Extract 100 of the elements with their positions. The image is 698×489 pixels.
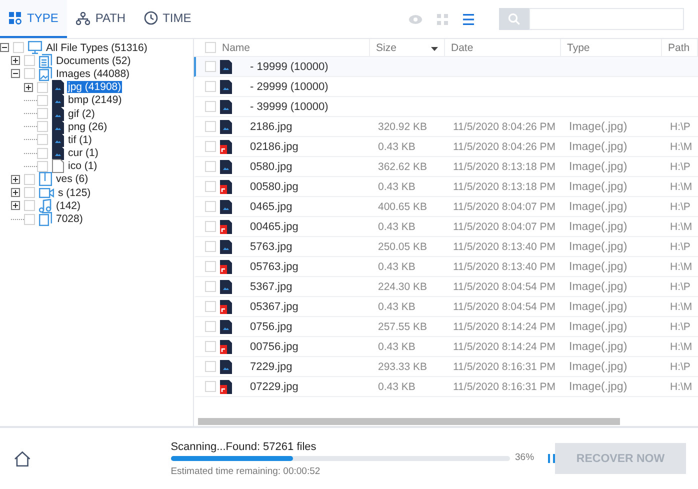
tree-item[interactable]: (142) — [55, 200, 82, 212]
image-file-icon — [220, 320, 232, 334]
tab[interactable]: PATH — [67, 0, 135, 38]
checkbox[interactable] — [205, 261, 216, 272]
tree-item[interactable]: gif (2) — [67, 108, 96, 120]
checkbox[interactable] — [205, 201, 216, 212]
tree-item[interactable]: Documents (52) — [55, 54, 132, 67]
file-path: H:\M — [669, 140, 694, 152]
expand-icon[interactable] — [11, 56, 20, 66]
file-row[interactable]: 5763.jpg 250.05 KB 11/5/2020 8:13:40 PM Image(.jpg) H:\P — [194, 237, 698, 257]
file-row[interactable]: - 19999 (10000) — [194, 57, 698, 77]
checkbox[interactable] — [37, 94, 48, 106]
checkbox[interactable] — [24, 187, 35, 198]
column-header[interactable]: Size — [376, 42, 396, 54]
file-date: 11/5/2020 8:04:26 PM — [452, 140, 557, 152]
search-field[interactable] — [529, 8, 684, 30]
checkbox[interactable] — [205, 141, 216, 152]
tree-item[interactable]: ves (6) — [55, 173, 90, 186]
file-path: H:\M — [669, 300, 694, 312]
file-row[interactable]: 00756.jpg 0.43 KB 11/5/2020 8:14:24 PM Image(.jpg) H:\M — [194, 337, 698, 357]
image-file-icon — [220, 160, 232, 174]
eye-icon[interactable] — [409, 14, 422, 24]
sort-arrow-icon[interactable] — [431, 46, 438, 50]
column-header[interactable]: Date — [451, 42, 474, 54]
image-file-icon — [220, 280, 232, 294]
checkbox[interactable] — [24, 214, 35, 225]
grid-icon[interactable] — [437, 14, 448, 24]
checkbox[interactable] — [24, 174, 35, 185]
pause-icon[interactable] — [548, 454, 556, 463]
checkbox[interactable] — [205, 61, 216, 72]
checkbox[interactable] — [24, 68, 35, 80]
expand-icon[interactable] — [11, 188, 20, 198]
checkbox[interactable] — [37, 121, 48, 132]
checkbox[interactable] — [37, 82, 48, 93]
tab[interactable]: TYPE — [0, 0, 68, 38]
file-row[interactable]: 5367.jpg 224.30 KB 11/5/2020 8:04:54 PM Image(.jpg) H:\P — [194, 277, 698, 297]
file-row[interactable]: 05367.jpg 0.43 KB 11/5/2020 8:04:54 PM Image(.jpg) H:\M — [194, 297, 698, 317]
file-size: 293.33 KB — [377, 360, 428, 372]
search-button[interactable] — [499, 8, 529, 30]
checkbox[interactable] — [205, 361, 216, 372]
expand-icon[interactable] — [11, 174, 20, 184]
checkbox[interactable] — [205, 301, 216, 312]
file-row[interactable]: 00580.jpg 0.43 KB 11/5/2020 8:13:18 PM Image(.jpg) H:\M — [194, 177, 698, 197]
select-all-checkbox[interactable] — [205, 42, 216, 53]
tree-item[interactable]: 7028) — [55, 213, 84, 226]
checkbox[interactable] — [205, 381, 216, 392]
checkbox[interactable] — [37, 134, 48, 146]
checkbox[interactable] — [205, 221, 216, 232]
checkbox[interactable] — [205, 281, 216, 292]
tree-item[interactable]: All File Types (51316) — [45, 42, 148, 54]
column-header[interactable]: Type — [567, 42, 590, 54]
checkbox[interactable] — [205, 341, 216, 352]
checkbox[interactable] — [205, 321, 216, 332]
expand-icon[interactable] — [24, 82, 33, 92]
file-type: Image(.jpg) — [568, 160, 628, 172]
music-note-icon — [39, 198, 52, 213]
column-header[interactable]: Path — [668, 42, 690, 54]
expand-icon[interactable] — [11, 201, 20, 210]
tree-item[interactable]: tif (1) — [67, 134, 93, 146]
file-row[interactable]: 2186.jpg 320.92 KB 11/5/2020 8:04:26 PM Image(.jpg) H:\P — [194, 117, 698, 137]
file-row[interactable]: 02186.jpg 0.43 KB 11/5/2020 8:04:26 PM Image(.jpg) H:\M — [194, 137, 698, 157]
collapse-icon[interactable] — [11, 69, 20, 78]
tree-item[interactable]: ico (1) — [67, 160, 98, 172]
file-row[interactable]: 0465.jpg 400.65 KB 11/5/2020 8:04:07 PM Image(.jpg) H:\P — [194, 197, 698, 217]
file-row[interactable]: 0756.jpg 257.55 KB 11/5/2020 8:14:24 PM Image(.jpg) H:\P — [194, 317, 698, 337]
file-row[interactable]: 7229.jpg 293.33 KB 11/5/2020 8:16:31 PM Image(.jpg) H:\P — [194, 357, 698, 377]
file-row[interactable]: 07229.jpg 0.43 KB 11/5/2020 8:16:31 PM Image(.jpg) H:\M — [194, 377, 698, 397]
file-path: H:\P — [669, 360, 692, 372]
file-row[interactable]: - 29999 (10000) — [194, 77, 698, 97]
list-icon[interactable] — [463, 14, 474, 24]
tree-item[interactable]: png (26) — [67, 120, 108, 133]
checkbox[interactable] — [37, 160, 48, 172]
checkbox[interactable] — [205, 161, 216, 172]
checkbox[interactable] — [24, 200, 35, 212]
tree-item[interactable]: bmp (2149) — [67, 94, 123, 106]
tree-item[interactable]: Images (44088) — [55, 68, 131, 80]
file-row[interactable]: 05763.jpg 0.43 KB 11/5/2020 8:13:40 PM Image(.jpg) H:\M — [194, 257, 698, 277]
checkbox[interactable] — [205, 241, 216, 252]
checkbox[interactable] — [205, 121, 216, 132]
checkbox[interactable] — [205, 81, 216, 92]
file-row[interactable]: - 39999 (10000) — [194, 97, 698, 117]
checkbox[interactable] — [24, 55, 35, 66]
file-row[interactable]: 00465.jpg 0.43 KB 11/5/2020 8:04:07 PM Image(.jpg) H:\M — [194, 217, 698, 237]
clock-icon — [144, 11, 158, 25]
checkbox[interactable] — [205, 101, 216, 112]
file-row[interactable]: 0580.jpg 362.62 KB 11/5/2020 8:13:18 PM Image(.jpg) H:\P — [194, 157, 698, 177]
column-header[interactable]: Name — [222, 42, 250, 54]
file-size: 0.43 KB — [377, 380, 416, 392]
checkbox[interactable] — [205, 181, 216, 192]
tree-item[interactable]: jpg (41908) — [67, 81, 122, 94]
tab[interactable]: TIME — [134, 0, 200, 38]
home-icon[interactable] — [14, 450, 31, 466]
checkbox[interactable] — [37, 108, 48, 120]
tree-item[interactable]: s (125) — [57, 186, 92, 199]
collapse-icon[interactable] — [0, 43, 9, 52]
checkbox[interactable] — [37, 148, 48, 159]
file-size: 0.43 KB — [377, 260, 416, 272]
checkbox[interactable] — [13, 42, 24, 54]
file-name: 5367.jpg — [250, 280, 292, 292]
tree-item[interactable]: cur (1) — [67, 147, 100, 160]
